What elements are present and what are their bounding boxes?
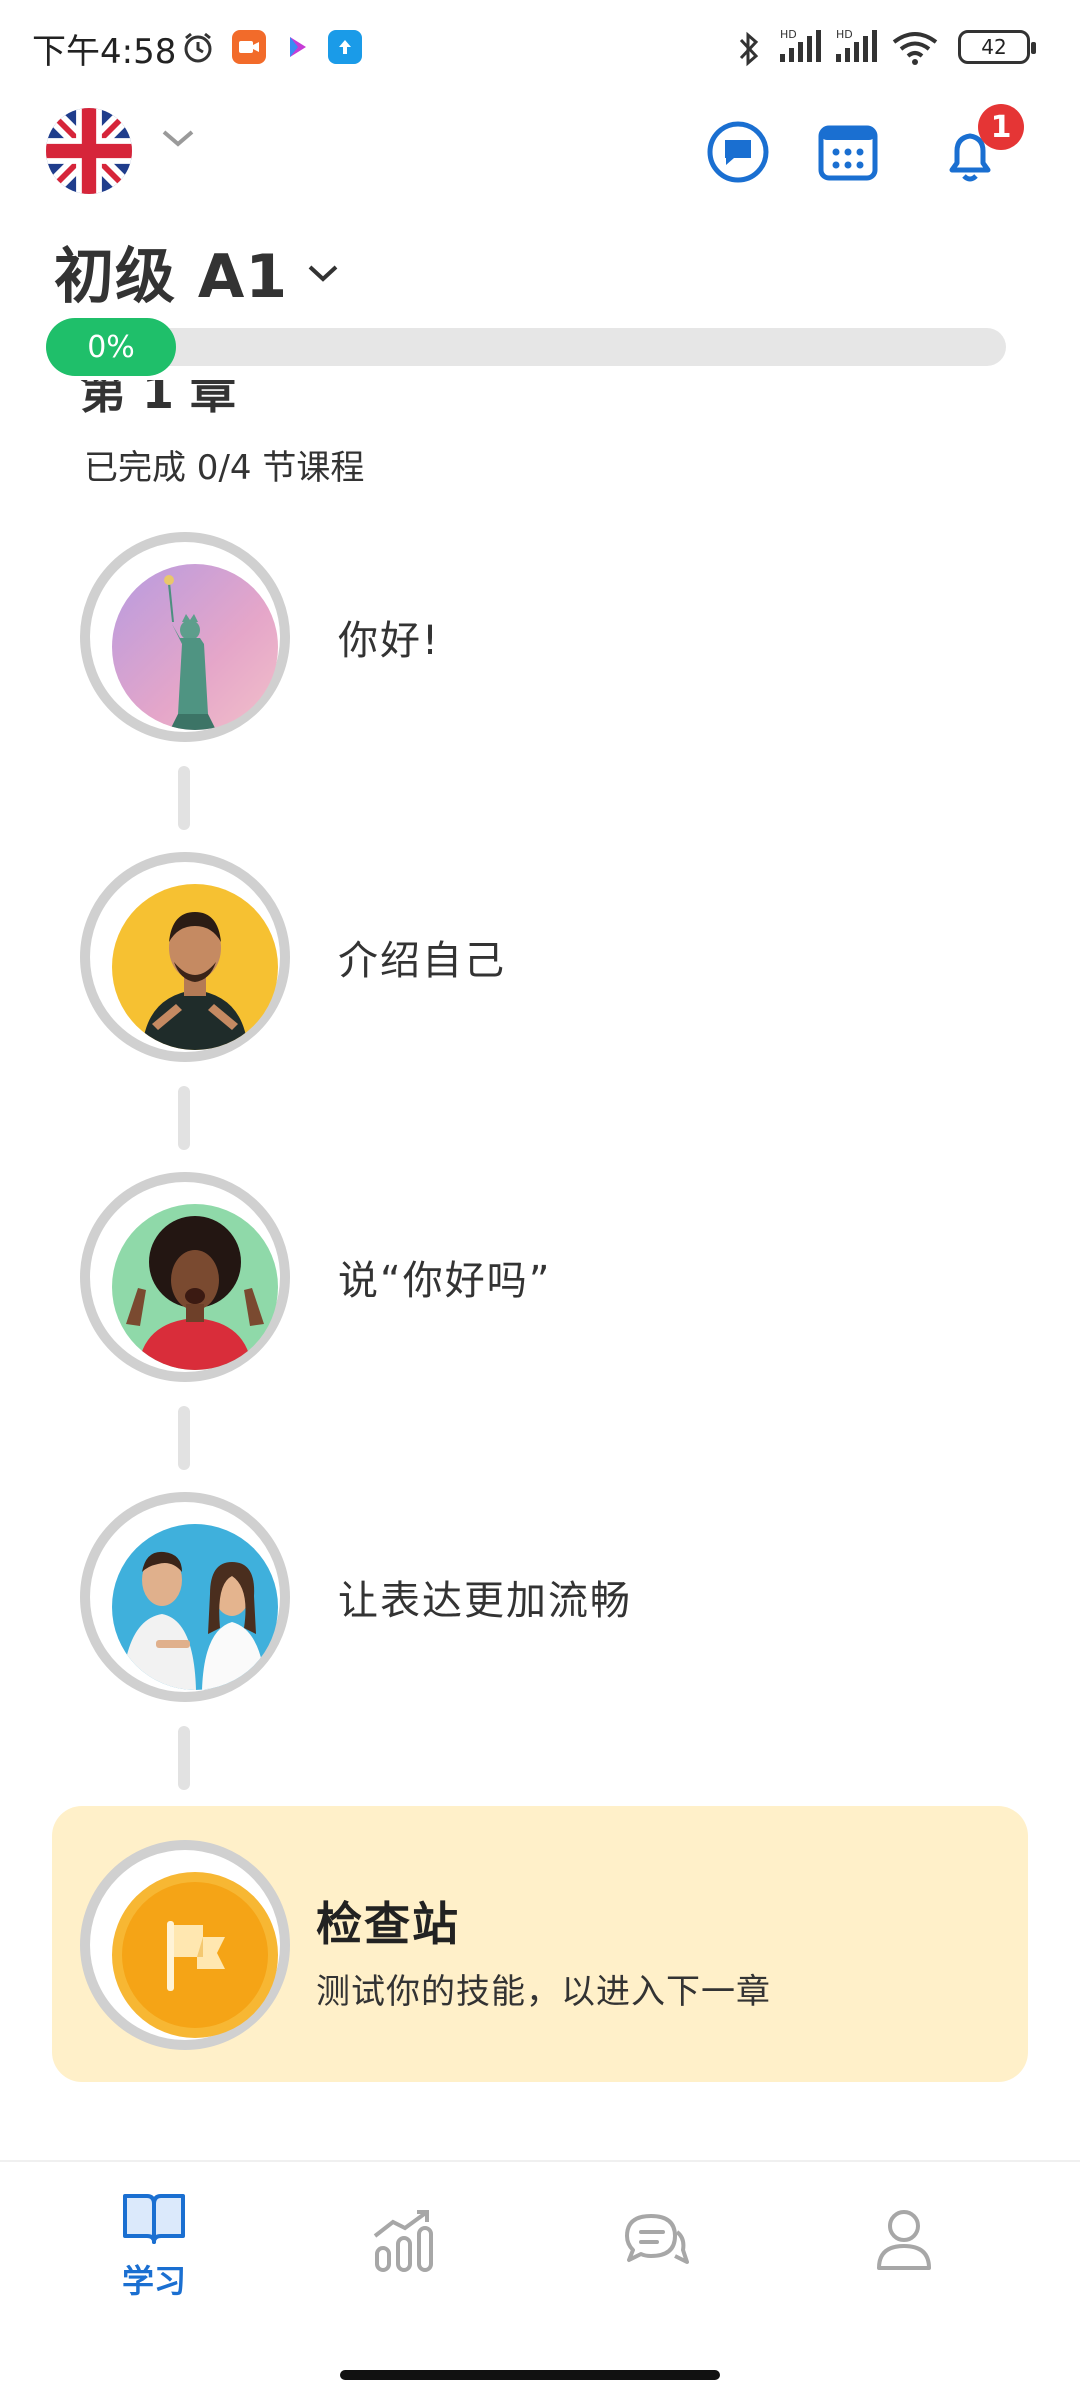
status-time: 下午4:58 — [32, 32, 177, 72]
bottom-nav: 学习 — [0, 2160, 1080, 2401]
nav-profile[interactable] — [844, 2206, 964, 2282]
statue-of-liberty-image — [112, 564, 278, 730]
lesson-item[interactable]: 介绍自己 — [80, 852, 980, 1062]
checkpoint-card[interactable]: 检查站 测试你的技能，以进入下一章 — [52, 1806, 1028, 2082]
bluetooth-icon — [736, 30, 762, 72]
level-progress-badge: 0% — [46, 318, 176, 376]
chevron-down-icon — [306, 262, 340, 288]
checkpoint-subtitle: 测试你的技能，以进入下一章 — [316, 1972, 771, 2012]
chapter-progress-text: 已完成 0/4 节课程 — [84, 448, 365, 488]
lesson-item[interactable]: 让表达更加流畅 — [80, 1492, 980, 1702]
nav-progress[interactable] — [344, 2206, 464, 2282]
lesson-title: 说“你好吗” — [338, 1258, 552, 1304]
lesson-title: 你好! — [338, 618, 441, 664]
calendar-icon[interactable] — [816, 120, 880, 188]
video-app-icon — [232, 30, 266, 64]
path-connector — [178, 1086, 190, 1150]
app-screen: 下午4:58 HD HD 42 1 初级 A1 0% 第 1 章 已完成 0/4… — [0, 0, 1080, 2401]
profile-icon — [869, 2206, 939, 2278]
svg-text:HD: HD — [780, 28, 797, 41]
lesson-title: 让表达更加流畅 — [338, 1578, 632, 1624]
chat-tutor-icon[interactable] — [706, 120, 770, 188]
couple-talking-image — [112, 1524, 278, 1690]
level-title: 初级 A1 — [54, 242, 289, 312]
chart-icon — [369, 2206, 439, 2278]
signal-2-icon: HD — [832, 26, 882, 70]
chevron-down-icon[interactable] — [160, 126, 196, 154]
nav-label: 学习 — [121, 2262, 186, 2300]
chapter-title: 第 1 章 — [80, 380, 237, 414]
nav-community[interactable] — [594, 2206, 714, 2282]
status-bar: 下午4:58 HD HD 42 — [0, 0, 1080, 96]
lesson-ring — [80, 532, 290, 742]
upload-app-icon — [328, 30, 362, 64]
path-connector — [178, 1726, 190, 1790]
flag-icon — [112, 1872, 278, 2038]
notification-badge: 1 — [978, 104, 1024, 150]
lesson-ring — [80, 1492, 290, 1702]
language-flag-icon[interactable] — [46, 108, 132, 194]
level-progress-track — [46, 328, 1006, 366]
home-indicator[interactable] — [340, 2370, 720, 2380]
lesson-ring — [80, 1172, 290, 1382]
chat-bubbles-icon — [619, 2206, 689, 2278]
excited-woman-image — [112, 1204, 278, 1370]
signal-1-icon: HD — [776, 26, 826, 70]
play-app-icon — [280, 30, 314, 64]
book-icon — [119, 2188, 189, 2252]
man-pointing-image — [112, 884, 278, 1050]
level-selector[interactable]: 初级 A1 — [54, 228, 340, 315]
lesson-title: 介绍自己 — [338, 938, 506, 984]
wifi-icon — [890, 30, 940, 70]
lesson-item[interactable]: 说“你好吗” — [80, 1172, 980, 1382]
checkpoint-ring — [80, 1840, 290, 2050]
lesson-ring — [80, 852, 290, 1062]
path-connector — [178, 1406, 190, 1470]
nav-learn[interactable]: 学习 — [94, 2188, 214, 2302]
path-connector — [178, 766, 190, 830]
lesson-item[interactable]: 你好! — [80, 532, 980, 742]
svg-text:HD: HD — [836, 28, 853, 41]
battery-indicator: 42 — [958, 30, 1036, 64]
alarm-icon — [180, 30, 216, 70]
checkpoint-title: 检查站 — [316, 1897, 460, 1951]
